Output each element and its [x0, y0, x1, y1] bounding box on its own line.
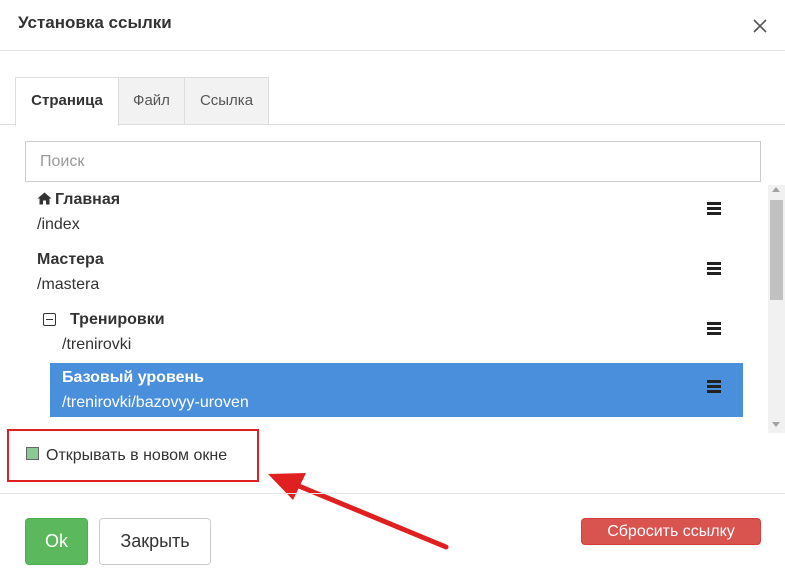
tree-item-mastera[interactable]: Мастера /mastera [25, 245, 743, 305]
tab-page[interactable]: Страница [15, 77, 119, 126]
tree-item-title: Главная [55, 191, 121, 208]
dialog-title: Установка ссылки [18, 13, 172, 32]
tree-item-trenirovki[interactable]: Тренировки /trenirovki [25, 305, 743, 365]
home-icon [37, 192, 52, 205]
scroll-thumb[interactable] [770, 200, 783, 300]
tree-item-bazovyy-uroven[interactable]: Базовый уровень /trenirovki/bazovyy-urov… [50, 363, 743, 417]
open-new-window-checkbox[interactable] [26, 447, 39, 460]
close-icon[interactable] [752, 18, 768, 34]
dialog-header: Установка ссылки [0, 0, 785, 51]
tree-item-title: Тренировки [70, 311, 165, 328]
tab-link[interactable]: Ссылка [184, 77, 269, 125]
tree-item-title: Базовый уровень [62, 369, 204, 386]
collapse-icon[interactable] [43, 313, 56, 326]
menu-icon[interactable] [707, 202, 721, 215]
scroll-down-arrow-icon[interactable] [772, 422, 780, 427]
close-button[interactable]: Закрыть [99, 518, 211, 565]
tree-item-path: /index [37, 216, 80, 233]
menu-icon[interactable] [707, 262, 721, 275]
tree-item-title: Мастера [37, 251, 104, 268]
tree-item-path: /trenirovki [62, 336, 132, 353]
open-new-window-label[interactable]: Открывать в новом окне [46, 447, 227, 465]
tree-item-path: /trenirovki/bazovyy-uroven [62, 394, 249, 411]
footer-divider [0, 493, 785, 494]
menu-icon[interactable] [707, 380, 721, 393]
scroll-up-arrow-icon[interactable] [772, 187, 780, 192]
tab-file[interactable]: Файл [118, 77, 185, 125]
ok-button[interactable]: Ok [25, 518, 88, 565]
page-tree: Главная /index Мастера /mastera Трениров… [25, 185, 768, 417]
search-input[interactable] [25, 141, 761, 182]
reset-link-button[interactable]: Сбросить ссылку [581, 518, 761, 545]
tree-item-path: /mastera [37, 276, 100, 293]
tree-item-home[interactable]: Главная /index [25, 185, 743, 245]
tree-scrollbar[interactable] [768, 185, 785, 433]
menu-icon[interactable] [707, 322, 721, 335]
